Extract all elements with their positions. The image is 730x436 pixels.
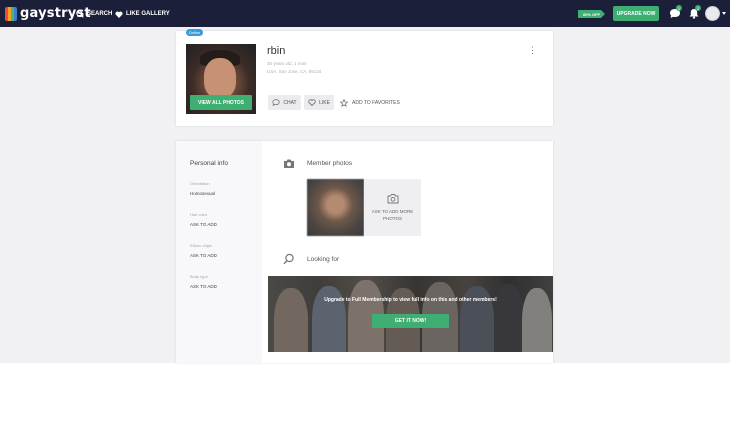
body-type-ask-link[interactable]: ASK TO ADD (190, 284, 217, 289)
profile-username: rbin (267, 45, 286, 57)
photo-face-shape (204, 58, 236, 98)
chat-button[interactable]: CHAT (268, 95, 301, 110)
member-photos-title: Member photos (307, 160, 353, 167)
camera-outline-icon (387, 194, 398, 204)
top-navigation-bar: gaystryst SEARCH LIKE GALLERY 60% OFF UP… (0, 0, 730, 27)
like-button-label: LIKE (319, 99, 330, 106)
ask-to-add-photos-button[interactable]: ASK TO ADD MORE PHOTOS (364, 179, 421, 236)
search-icon (76, 10, 84, 18)
like-button[interactable]: LIKE (304, 95, 334, 110)
member-photo-thumbnail[interactable] (307, 179, 364, 236)
user-avatar[interactable] (705, 6, 720, 21)
nav-search[interactable]: SEARCH (76, 8, 112, 20)
upgrade-banner: Upgrade to Full Membership to view full … (268, 276, 553, 352)
personal-info-sidebar (176, 141, 262, 363)
orientation-value: Homosexual (190, 191, 216, 196)
orientation-label: Orientation (190, 181, 210, 186)
star-icon (340, 98, 348, 107)
nav-like-gallery[interactable]: LIKE GALLERY (115, 8, 170, 20)
looking-for-title: Looking for (307, 256, 340, 263)
nav-like-gallery-label: LIKE GALLERY (126, 11, 170, 17)
chat-icon (272, 99, 280, 106)
profile-age-line: 30 years old, 1 man (267, 61, 307, 66)
add-to-favorites-button[interactable]: ADD TO FAVORITES (340, 95, 400, 110)
online-badge: Online (186, 29, 203, 36)
ethnic-origin-label: Ethnic origin (190, 243, 213, 248)
ask-to-add-photos-label: ASK TO ADD MORE PHOTOS (371, 209, 414, 221)
discount-tag[interactable]: 60% OFF (578, 10, 605, 18)
camera-icon (284, 159, 294, 168)
more-options-icon[interactable]: ⋮ (528, 46, 537, 55)
logo-mark-icon (5, 6, 17, 21)
chat-button-label: CHAT (283, 99, 297, 106)
heart-outline-icon (308, 99, 316, 106)
ethnic-origin-ask-link[interactable]: ASK TO ADD (190, 253, 217, 258)
chevron-down-icon[interactable] (722, 12, 726, 15)
body-type-label: Body type (190, 274, 208, 279)
get-it-now-button[interactable]: GET IT NOW! (372, 314, 449, 328)
profile-location-line: USA, San Jose, CA, 95134 (267, 69, 322, 74)
search-icon (283, 253, 294, 265)
hair-color-ask-link[interactable]: ASK TO ADD (190, 222, 217, 227)
notification-count-badge: 2 (695, 5, 701, 11)
nav-search-label: SEARCH (87, 11, 113, 17)
personal-info-title: Personal info (190, 160, 228, 167)
upgrade-now-button[interactable]: UPGRADE NOW (613, 6, 659, 21)
add-to-favorites-label: ADD TO FAVORITES (352, 99, 400, 106)
heart-icon (115, 11, 123, 18)
chat-count-badge: 1 (676, 5, 682, 11)
upgrade-banner-text: Upgrade to Full Membership to view full … (324, 297, 497, 303)
hair-color-label: Hair color (190, 212, 208, 217)
view-all-photos-button[interactable]: VIEW ALL PHOTOS (190, 95, 252, 110)
